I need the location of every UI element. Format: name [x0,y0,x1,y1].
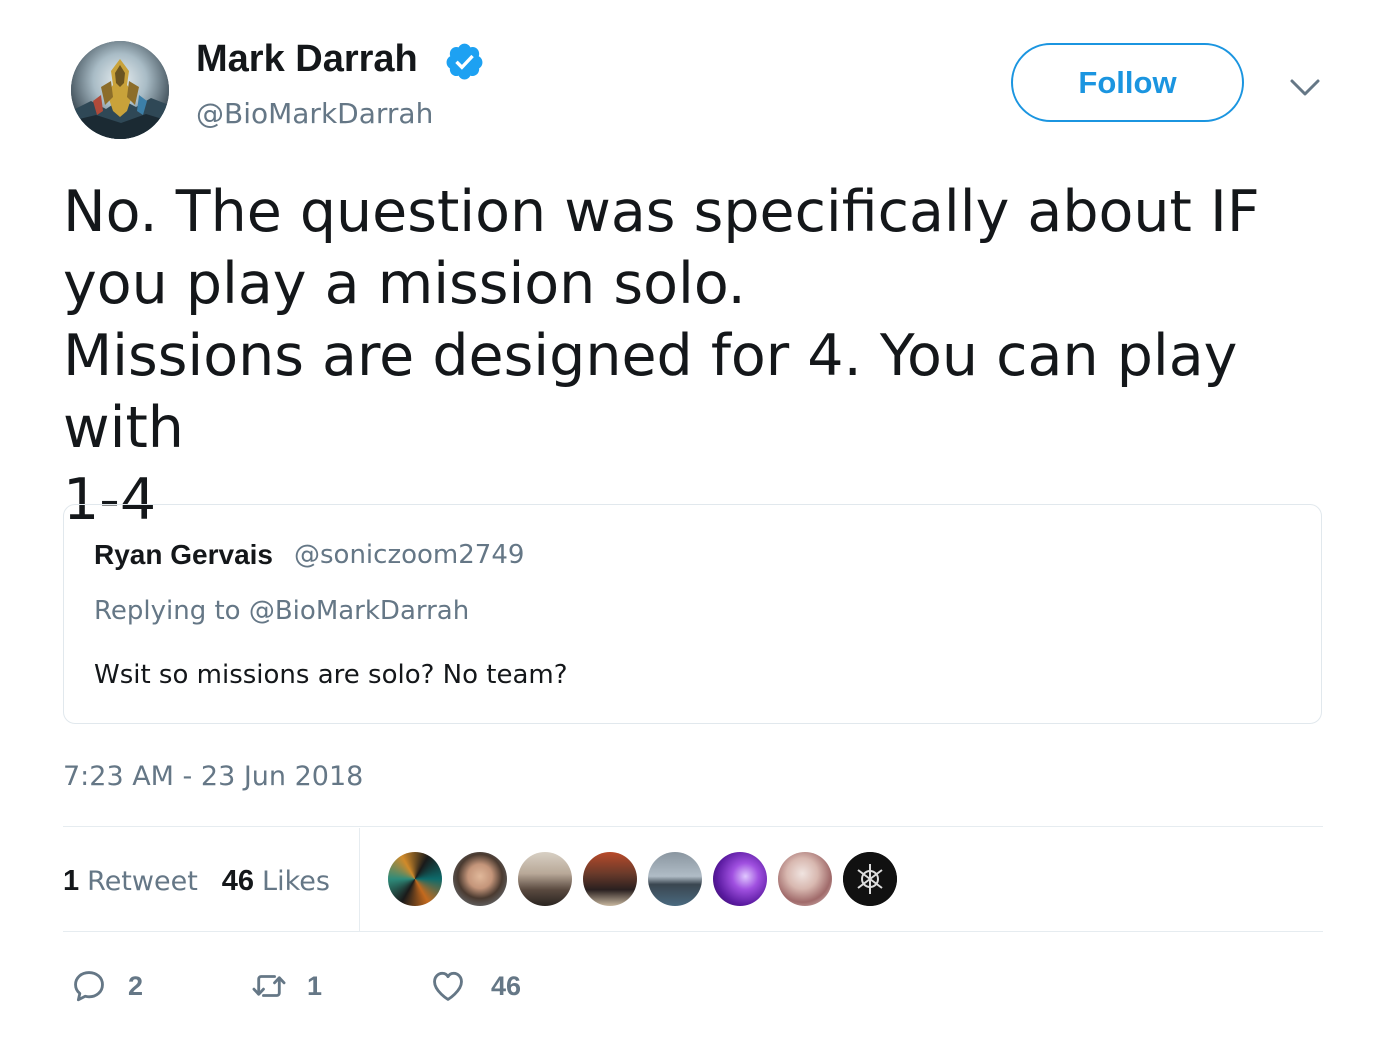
likes-stat[interactable]: 46 Likes [222,865,330,898]
stats-separator [359,828,360,932]
reply-action[interactable]: 2 [70,966,143,1006]
liker-avatar[interactable] [388,852,442,906]
anthem-avatar-art [71,41,169,139]
tweet-timestamp[interactable]: 7:23 AM - 23 Jun 2018 [63,761,363,792]
reply-icon [74,971,104,1002]
reply-count: 2 [128,970,144,1001]
retweet-count: 1 [307,970,323,1001]
tweet-text: No. The question was specifically about … [63,179,1260,533]
like-action[interactable]: 46 [429,966,521,1006]
liker-avatars [388,852,897,906]
follow-button[interactable]: Follow [1011,43,1244,122]
tweet-stats: 1 Retweet 46 Likes [63,861,330,901]
author-handle[interactable]: @BioMarkDarrah [196,97,433,130]
verified-badge-icon [446,43,483,80]
stats-top-divider [63,826,1323,827]
likes-stat-count: 46 [221,864,255,897]
stats-bottom-divider [63,931,1323,932]
quoted-tweet-card[interactable]: Ryan Gervais @soniczoom2749 Replying to … [63,504,1322,724]
liker-avatar[interactable] [583,852,637,906]
retweet-stat-label: Retweet [87,865,198,897]
quoted-replying-to: Replying to @BioMarkDarrah [94,596,470,626]
liker-avatar[interactable] [843,852,897,906]
chevron-down-icon[interactable] [1288,72,1322,102]
retweet-icon [252,975,286,997]
liker-avatar[interactable] [453,852,507,906]
likes-stat-label: Likes [262,865,330,897]
author-name[interactable]: Mark Darrah [196,38,418,81]
quoted-tweet-text: Wsit so missions are solo? No team? [94,660,568,690]
quoted-author-handle: @soniczoom2749 [294,540,525,570]
liker-avatar[interactable] [778,852,832,906]
liker-avatar[interactable] [518,852,572,906]
retweet-stat-count: 1 [63,864,80,897]
quoted-author-name: Ryan Gervais [94,539,273,570]
retweet-action[interactable]: 1 [247,966,322,1006]
outsider-mark-icon [843,852,897,906]
liker-avatar[interactable] [648,852,702,906]
like-count: 46 [491,970,522,1001]
liker-avatar[interactable] [713,852,767,906]
retweet-stat[interactable]: 1 Retweet [63,865,198,898]
heart-icon [433,971,463,1001]
author-avatar[interactable] [71,41,169,139]
